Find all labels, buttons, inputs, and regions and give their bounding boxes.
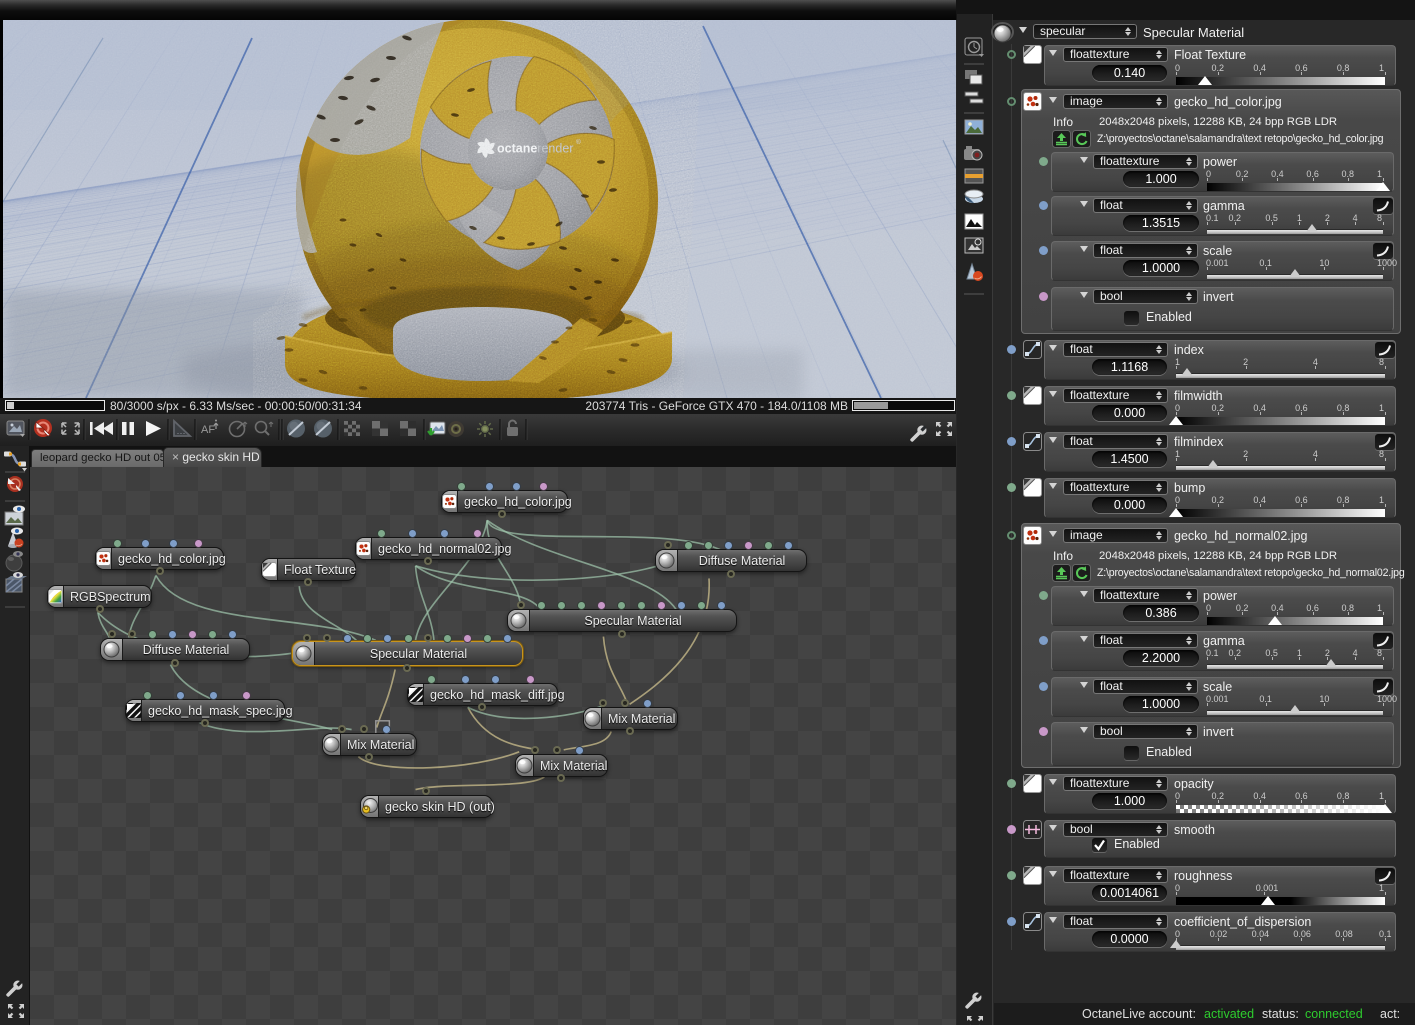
svg-text:AF: AF bbox=[201, 424, 215, 436]
